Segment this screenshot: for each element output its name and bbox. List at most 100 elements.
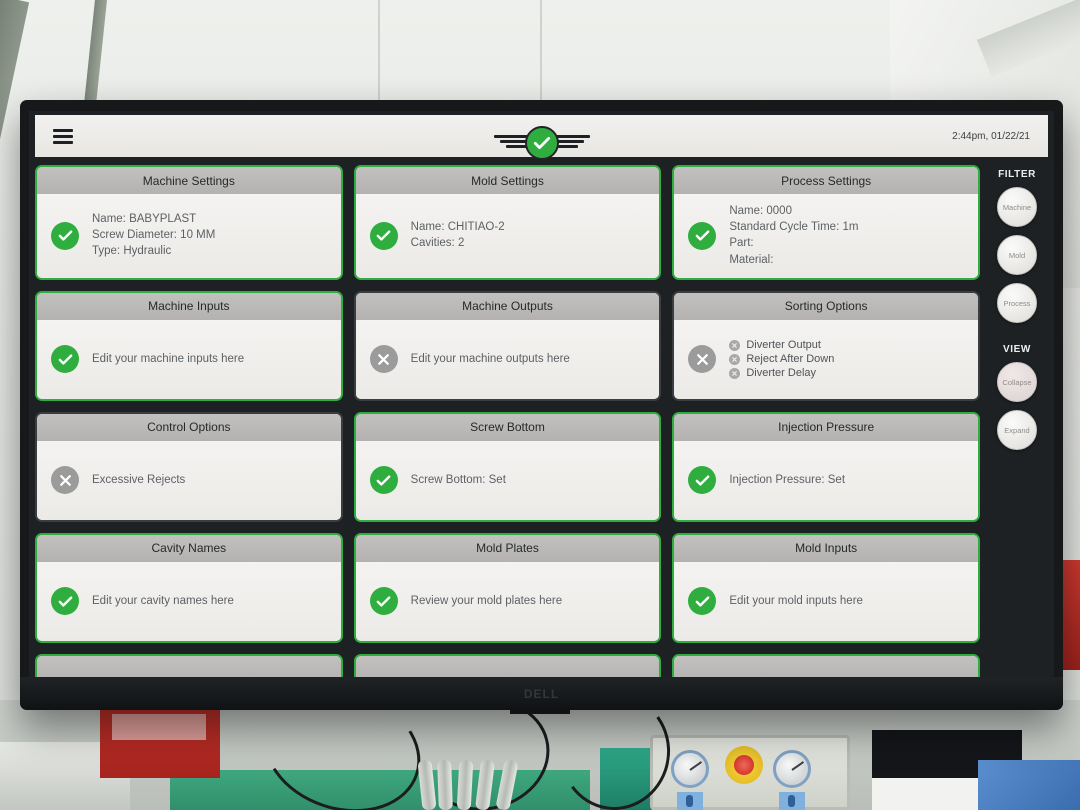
sidebar-button-process[interactable]: Process bbox=[997, 283, 1037, 323]
settings-card[interactable] bbox=[672, 653, 980, 677]
card-line: Excessive Rejects bbox=[92, 473, 186, 486]
card-line: Screw Bottom: Set bbox=[410, 473, 506, 486]
settings-card[interactable]: Machine Settings Name: BABYPLAST Screw Dia… bbox=[35, 165, 343, 280]
card-text-lines: Edit your machine inputs here bbox=[92, 352, 244, 367]
card-text-lines: Screw Bottom: Set bbox=[411, 473, 506, 488]
card-header: Machine Settings bbox=[37, 167, 341, 194]
subitem-label: Diverter Output bbox=[746, 339, 821, 352]
subitem-label: Diverter Delay bbox=[746, 367, 817, 380]
monitor-brand-logo: DELL bbox=[523, 686, 560, 701]
machine-control-panel bbox=[650, 735, 850, 810]
sidebar-button-label: Process bbox=[1003, 298, 1031, 308]
app-screen: 2:44pm, 01/22/21 Machine Settings Name: B… bbox=[29, 111, 1054, 677]
card-line: Name: CHITIAO-2 bbox=[410, 221, 505, 234]
subitem-disabled-icon bbox=[729, 339, 741, 351]
card-body: Injection Pressure: Set bbox=[674, 440, 978, 520]
card-subitem[interactable]: Diverter Delay bbox=[729, 367, 834, 379]
sidebar-button-machine[interactable]: Machine bbox=[997, 187, 1037, 227]
status-disabled-icon bbox=[369, 345, 398, 374]
card-header: Control Options bbox=[37, 413, 341, 441]
card-text-lines: Edit your mold inputs here bbox=[729, 594, 863, 609]
right-sidebar: FILTER Machine Mold Process VIEW Collapse E… bbox=[986, 165, 1048, 677]
settings-card[interactable]: Mold Plates Review your mold plates here bbox=[353, 532, 662, 643]
hose-bundle bbox=[417, 759, 540, 810]
settings-card[interactable]: Control Options Excessive Rejects bbox=[35, 411, 343, 522]
sidebar-button-label: Collapse bbox=[1002, 377, 1032, 387]
switch-icon bbox=[677, 792, 703, 810]
hamburger-menu-icon[interactable] bbox=[53, 128, 73, 144]
card-header bbox=[674, 655, 978, 677]
card-subitem[interactable]: Reject After Down bbox=[729, 353, 834, 365]
logo-check-icon bbox=[524, 126, 559, 160]
card-title: Machine Outputs bbox=[462, 299, 553, 314]
settings-card[interactable]: Screw Bottom Screw Bottom: Set bbox=[353, 411, 662, 522]
card-line: Edit your cavity names here bbox=[92, 594, 234, 607]
settings-card[interactable]: Sorting Options Diverter Output Reject Aft… bbox=[672, 290, 980, 401]
card-title: Mold Inputs bbox=[795, 541, 858, 556]
settings-card[interactable]: Machine Outputs Edit your machine outputs… bbox=[353, 290, 662, 401]
settings-card[interactable]: Mold Inputs Edit your mold inputs here bbox=[672, 532, 980, 643]
card-body: Review your mold plates here bbox=[355, 561, 660, 641]
card-header: Machine Outputs bbox=[355, 292, 660, 320]
sidebar-button-label: Mold bbox=[1008, 250, 1026, 260]
settings-card[interactable]: Cavity Names Edit your cavity names here bbox=[35, 532, 343, 643]
settings-card[interactable]: Machine Inputs Edit your machine inputs h… bbox=[35, 290, 343, 401]
card-body: Edit your machine outputs here bbox=[355, 319, 660, 399]
subitem-label: Reject After Down bbox=[746, 353, 835, 366]
white-panel bbox=[872, 778, 982, 810]
settings-card-grid: Machine Settings Name: BABYPLAST Screw Dia… bbox=[35, 165, 980, 677]
card-title: Screw Bottom bbox=[470, 420, 545, 435]
timestamp: 2:44pm, 01/22/21 bbox=[952, 130, 1030, 142]
card-header: Cavity Names bbox=[37, 534, 341, 562]
card-line: Screw Diameter: 10 MM bbox=[92, 229, 216, 242]
logo-wing-right-icon bbox=[555, 135, 590, 151]
winged-check-logo bbox=[493, 117, 590, 169]
card-title: Process Settings bbox=[781, 173, 872, 188]
card-header: Machine Inputs bbox=[37, 292, 341, 320]
settings-card[interactable] bbox=[353, 653, 662, 677]
card-subitem[interactable]: Diverter Output bbox=[729, 339, 834, 351]
cards-region: Machine Settings Name: BABYPLAST Screw Dia… bbox=[35, 165, 980, 677]
card-header bbox=[37, 655, 341, 677]
settings-card[interactable] bbox=[35, 653, 343, 677]
card-body: Name: CHITIAO-2 Cavities: 2 bbox=[355, 194, 660, 278]
card-text-lines: Name: 0000 Standard Cycle Time: 1m Part: Ma… bbox=[729, 204, 858, 268]
status-check-icon bbox=[51, 345, 79, 374]
card-title: Mold Plates bbox=[476, 541, 539, 556]
status-check-icon bbox=[688, 221, 717, 250]
sidebar-button-collapse[interactable]: Collapse bbox=[997, 362, 1037, 402]
card-header: Sorting Options bbox=[674, 292, 978, 320]
card-title: Control Options bbox=[147, 420, 231, 435]
monitor-screen-area: 2:44pm, 01/22/21 Machine Settings Name: B… bbox=[29, 111, 1054, 677]
card-body: Excessive Rejects bbox=[37, 440, 341, 520]
sidebar-button-label: Expand bbox=[1004, 425, 1030, 435]
card-text-lines: Excessive Rejects bbox=[92, 473, 185, 488]
status-disabled-icon bbox=[688, 345, 717, 374]
card-line: Name: BABYPLAST bbox=[92, 213, 197, 226]
card-line: Part: bbox=[729, 237, 754, 250]
card-subitem-list: Diverter Output Reject After Down Diverter… bbox=[729, 339, 834, 379]
card-title: Injection Pressure bbox=[778, 420, 875, 435]
settings-card[interactable]: Injection Pressure Injection Pressure: Se… bbox=[672, 411, 980, 522]
sidebar-button-mold[interactable]: Mold bbox=[997, 235, 1037, 275]
duct-shadow bbox=[976, 0, 1080, 78]
sidebar-button-expand[interactable]: Expand bbox=[997, 410, 1037, 450]
red-cabinet bbox=[100, 700, 220, 778]
subitem-disabled-icon bbox=[729, 353, 741, 365]
card-line: Type: Hydraulic bbox=[92, 245, 172, 258]
settings-card[interactable]: Mold Settings Name: CHITIAO-2 Cavities: 2 bbox=[353, 165, 662, 280]
card-title: Sorting Options bbox=[784, 299, 868, 314]
card-text-lines: Injection Pressure: Set bbox=[729, 473, 845, 488]
view-button-group: Collapse Expand bbox=[997, 362, 1037, 458]
status-check-icon bbox=[51, 587, 79, 616]
settings-card[interactable]: Process Settings Name: 0000 Standard Cycle… bbox=[672, 165, 980, 280]
status-check-icon bbox=[688, 587, 717, 616]
card-line: Material: bbox=[729, 253, 774, 266]
card-body: Edit your cavity names here bbox=[37, 561, 341, 641]
card-line: Cavities: 2 bbox=[410, 237, 465, 250]
card-title: Mold Settings bbox=[471, 173, 544, 188]
card-header: Injection Pressure bbox=[674, 413, 978, 441]
card-title: Cavity Names bbox=[151, 541, 227, 556]
card-text-lines: Edit your machine outputs here bbox=[411, 352, 570, 367]
blue-panel bbox=[978, 760, 1080, 810]
